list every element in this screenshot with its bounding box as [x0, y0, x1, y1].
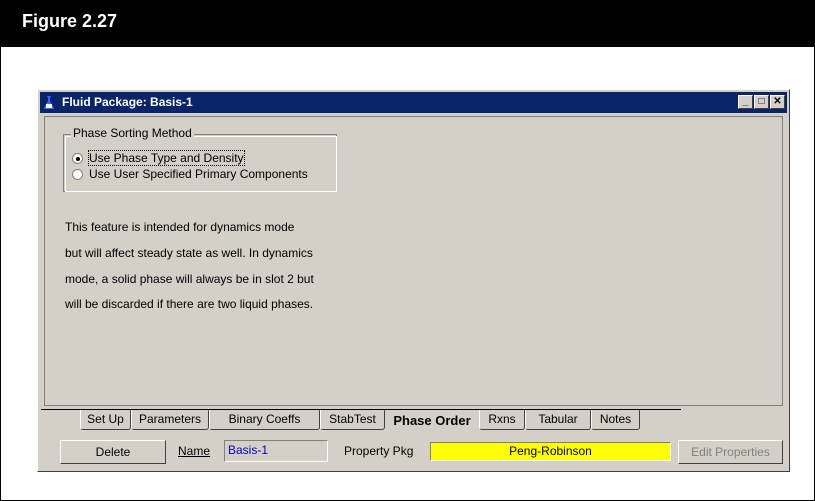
- close-icon: ✕: [773, 96, 782, 107]
- radio-selected-icon[interactable]: [72, 153, 83, 164]
- property-pkg-label: Property Pkg: [344, 444, 414, 458]
- figure-header: Figure 2.27: [0, 0, 815, 47]
- maximize-button[interactable]: □: [754, 95, 769, 109]
- tab-binary-coeffs[interactable]: Binary Coeffs: [209, 410, 320, 430]
- phase-sorting-label: Phase Sorting Method: [71, 126, 194, 140]
- delete-button[interactable]: Delete: [60, 440, 166, 464]
- name-label: Name: [178, 444, 211, 458]
- minimize-button[interactable]: _: [738, 95, 753, 109]
- figure-label: Figure 2.27: [22, 11, 118, 31]
- tab-tabular[interactable]: Tabular: [525, 410, 591, 430]
- fluid-package-window: Fluid Package: Basis-1 _ □ ✕ Phase Sorti…: [37, 89, 790, 472]
- tab-stabtest[interactable]: StabTest: [320, 410, 385, 430]
- name-field[interactable]: Basis-1: [224, 440, 328, 462]
- description-line: but will affect steady state as well. In…: [65, 246, 313, 260]
- window-titlebar[interactable]: Fluid Package: Basis-1 _ □ ✕: [40, 92, 787, 113]
- radio-label: Use Phase Type and Density: [88, 150, 245, 166]
- flask-icon: [44, 96, 54, 109]
- radio-label: Use User Specified Primary Components: [89, 167, 308, 181]
- edit-properties-button[interactable]: Edit Properties: [678, 440, 783, 464]
- property-pkg-field[interactable]: Peng-Robinson: [430, 442, 671, 461]
- tab-phase-order[interactable]: Phase Order: [385, 410, 479, 432]
- minimize-icon: _: [742, 96, 749, 107]
- tab-set-up[interactable]: Set Up: [80, 410, 131, 430]
- description-line: This feature is intended for dynamics mo…: [65, 220, 295, 234]
- description-line: will be discarded if there are two liqui…: [65, 297, 314, 311]
- tab-rxns[interactable]: Rxns: [479, 410, 525, 430]
- tab-notes[interactable]: Notes: [591, 410, 640, 430]
- maximize-icon: □: [758, 96, 765, 107]
- radio-unselected-icon[interactable]: [72, 169, 83, 180]
- close-button[interactable]: ✕: [770, 95, 785, 109]
- window-title: Fluid Package: Basis-1: [62, 95, 193, 109]
- tab-parameters[interactable]: Parameters: [131, 410, 209, 430]
- description-line: mode, a solid phase will always be in sl…: [65, 272, 314, 286]
